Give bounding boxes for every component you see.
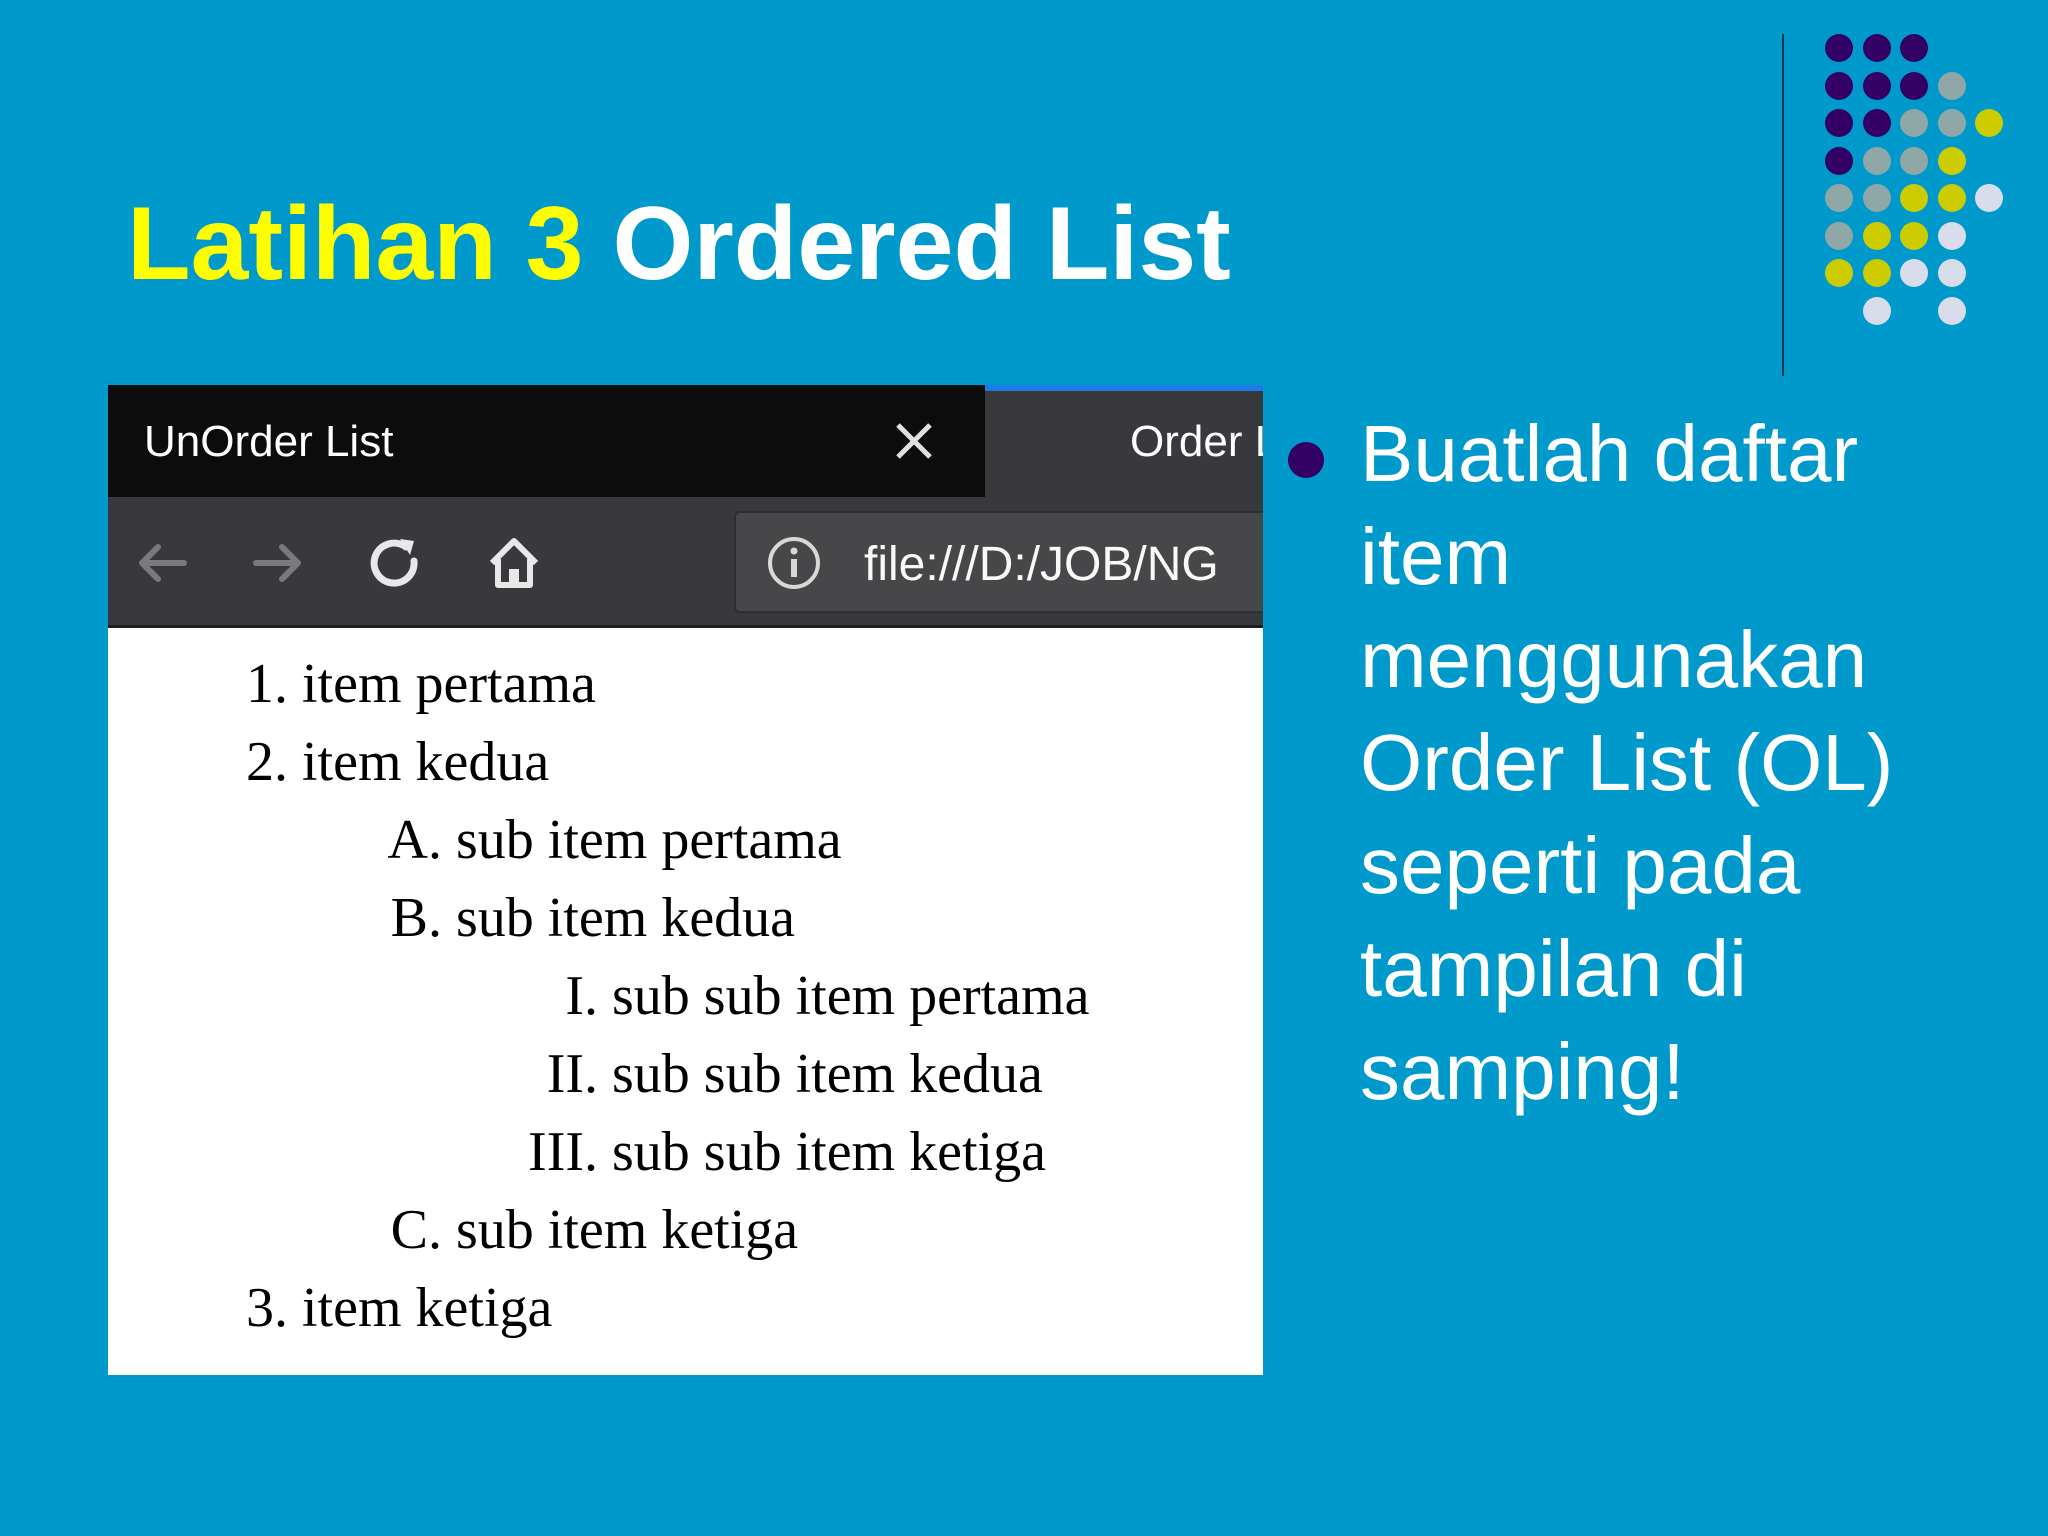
tab-bar: UnOrder List Order List (108, 385, 1263, 497)
decorative-dot (1825, 221, 1853, 250)
decorative-dot (1862, 71, 1891, 100)
decorative-dot (1937, 71, 1966, 100)
list-item: I. sub sub item pertama (565, 965, 1090, 1027)
url-text: file:///D:/JOB/NG (864, 538, 1219, 591)
list-item: 3. item ketiga (246, 1277, 553, 1339)
decorative-dot (1900, 184, 1928, 212)
decorative-dot (1975, 184, 2003, 212)
list-item: B. sub item kedua (390, 887, 796, 949)
decorative-dot (1900, 34, 1928, 62)
reload-icon[interactable] (366, 533, 426, 593)
url-bar[interactable]: file:///D:/JOB/NG (734, 511, 1263, 613)
decorative-dot (1862, 146, 1891, 175)
decorative-dot (1937, 146, 1966, 175)
tab-label: Order List (1130, 417, 1263, 466)
list-item: III. sub sub item ketiga (528, 1121, 1046, 1183)
list-item: 1. item pertama (246, 653, 596, 715)
home-icon[interactable] (484, 533, 544, 593)
close-icon[interactable] (890, 417, 938, 465)
info-icon[interactable] (766, 535, 822, 591)
decorative-dot (1825, 184, 1853, 212)
bullet-icon (1288, 442, 1324, 478)
decorative-dot (1862, 296, 1891, 325)
decorative-dot (1825, 109, 1853, 137)
decorative-dot (1862, 109, 1891, 137)
list-item: II. sub sub item kedua (546, 1043, 1043, 1105)
list-item: 2. item kedua (246, 731, 550, 793)
slide-title: Latihan 3 Ordered List (127, 182, 1231, 307)
decorative-dot (1862, 184, 1891, 212)
decorative-dot (1900, 146, 1928, 175)
decorative-dot (1900, 109, 1928, 137)
tab-order-list[interactable]: Order List (985, 385, 1263, 497)
nav-toolbar: file:///D:/JOB/NG (108, 497, 1263, 628)
decorative-dot (1937, 259, 1966, 287)
decorative-dot (1937, 109, 1966, 137)
decorative-dot (1862, 34, 1891, 62)
decorative-dot (1937, 296, 1966, 325)
title-highlight: Latihan 3 (127, 186, 584, 302)
tab-unorder-list[interactable]: UnOrder List (108, 385, 985, 497)
decorative-dot (1937, 221, 1966, 250)
decorative-dot (1825, 71, 1853, 100)
decorative-dot (1900, 221, 1928, 250)
decorative-dot (1862, 221, 1891, 250)
forward-arrow-icon[interactable] (248, 533, 308, 593)
decorative-divider (1782, 34, 1784, 376)
decorative-dot (1825, 259, 1853, 287)
decorative-dot (1825, 34, 1853, 62)
decorative-dot (1862, 259, 1891, 287)
browser-screenshot: UnOrder List Order List (108, 385, 1263, 1375)
page-content: 1. item pertama 2. item kedua A. sub ite… (108, 628, 1263, 1375)
tab-label: UnOrder List (144, 417, 394, 466)
list-item: A. sub item pertama (387, 809, 842, 871)
decorative-dot (1900, 71, 1928, 100)
tab-highlight (985, 385, 1263, 391)
decorative-dot (1975, 109, 2003, 137)
list-item: C. sub item ketiga (390, 1199, 799, 1261)
decorative-dot (1825, 146, 1853, 175)
title-rest: Ordered List (612, 186, 1231, 302)
decorative-dot (1937, 184, 1966, 212)
description-text: Buatlah daftar item menggunakan Order Li… (1360, 409, 1894, 1116)
back-arrow-icon[interactable] (132, 533, 192, 593)
decorative-dot (1900, 259, 1928, 287)
